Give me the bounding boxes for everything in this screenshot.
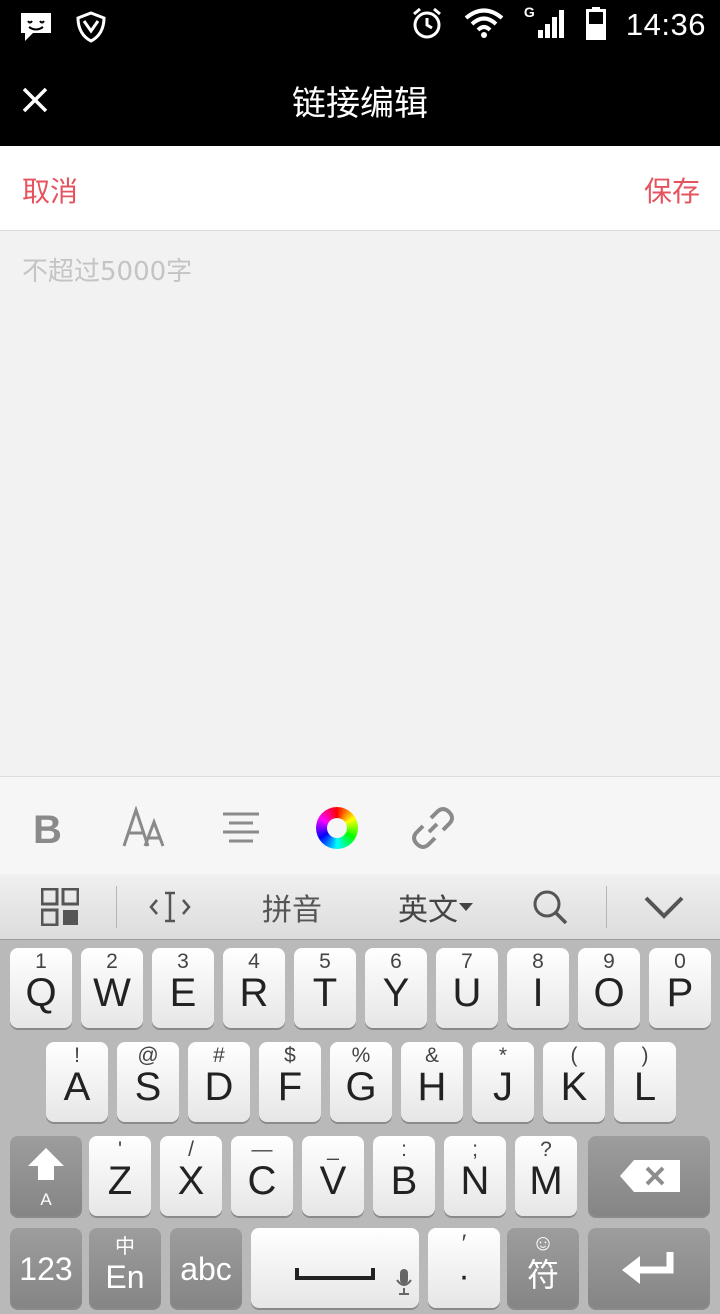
key-o[interactable]: 9O (578, 948, 640, 1028)
key-x[interactable]: / X (160, 1136, 222, 1216)
cancel-button[interactable]: 取消 (22, 170, 78, 210)
key-m[interactable]: ? M (515, 1136, 577, 1216)
punctuation-key[interactable]: ′ · (428, 1228, 500, 1308)
shift-key[interactable]: A (10, 1136, 82, 1216)
align-center-icon[interactable] (214, 801, 268, 855)
bold-icon[interactable]: B (22, 801, 76, 855)
microphone-icon (396, 1269, 412, 1295)
link-icon[interactable] (406, 801, 460, 855)
enter-key[interactable] (588, 1228, 710, 1308)
key-a[interactable]: ! A (46, 1042, 108, 1122)
alarm-icon (410, 6, 444, 44)
symbol-key[interactable]: ☺ 符 (507, 1228, 579, 1308)
message-icon (18, 10, 54, 48)
key-e[interactable]: 3E (152, 948, 214, 1028)
key-v[interactable]: _ V (302, 1136, 364, 1216)
page-title: 链接编辑 (292, 84, 428, 124)
toolbar-divider (116, 886, 117, 928)
shift-sub-label: A (40, 1190, 52, 1209)
battery-icon (585, 6, 606, 44)
key-p[interactable]: 0P (649, 948, 711, 1028)
status-time: 14:36 (625, 7, 706, 42)
key-j[interactable]: * J (472, 1042, 534, 1122)
color-wheel-icon[interactable] (310, 801, 364, 855)
key-q[interactable]: 1Q (10, 948, 72, 1028)
language-dropdown[interactable]: 英文 (384, 874, 488, 940)
font-size-icon[interactable] (118, 801, 172, 855)
space-key[interactable] (251, 1228, 419, 1308)
key-d[interactable]: # D (188, 1042, 250, 1122)
key-l[interactable]: ) L (614, 1042, 676, 1122)
shield-icon (76, 11, 106, 47)
network-type-label: G (523, 4, 535, 20)
key-k[interactable]: (K (543, 1042, 605, 1122)
key-f[interactable]: $ F (259, 1042, 321, 1122)
svg-text:B: B (33, 808, 62, 848)
dropdown-arrow-icon (459, 903, 473, 911)
space-bar-icon (295, 1268, 375, 1280)
key-z[interactable]: ' Z (89, 1136, 151, 1216)
shift-arrow-icon (28, 1148, 64, 1180)
pinyin-mode[interactable]: 拼音 (240, 874, 344, 940)
key-u[interactable]: 7U (436, 948, 498, 1028)
action-bar: 取消 保存 (0, 146, 720, 231)
status-bar: G 14:36 (0, 0, 720, 52)
numeric-key[interactable]: 123 (10, 1228, 82, 1308)
key-i[interactable]: 8I (507, 948, 569, 1028)
backspace-icon (620, 1160, 680, 1192)
link-editor-input[interactable]: 不超过5000字 (0, 231, 720, 776)
keyboard-toolbar: 拼音 英文 (0, 874, 720, 940)
abc-key[interactable]: abc (170, 1228, 242, 1308)
signal-icon: G (523, 4, 566, 44)
soft-keyboard: 拼音 英文 1Q 2W 3E 4R 5T 6Y 7U 8I 9O 0P ! A … (0, 874, 720, 1314)
key-b[interactable]: :B (373, 1136, 435, 1216)
language-label: 英文 (398, 893, 458, 928)
save-button[interactable]: 保存 (644, 170, 700, 210)
key-y[interactable]: 6Y (365, 948, 427, 1028)
key-t[interactable]: 5T (294, 948, 356, 1028)
cursor-icon[interactable] (140, 874, 200, 940)
enter-icon (622, 1252, 674, 1284)
chevron-down-icon[interactable] (632, 874, 696, 940)
key-w[interactable]: 2W (81, 948, 143, 1028)
key-r[interactable]: 4R (223, 948, 285, 1028)
wifi-icon (464, 7, 504, 43)
key-c[interactable]: — C (231, 1136, 293, 1216)
grid-icon[interactable] (30, 874, 90, 940)
key-g[interactable]: % G (330, 1042, 392, 1122)
format-toolbar: B (0, 776, 720, 874)
key-s[interactable]: @ S (117, 1042, 179, 1122)
toolbar-divider (606, 886, 607, 928)
key-n[interactable]: ; N (444, 1136, 506, 1216)
backspace-key[interactable] (588, 1136, 710, 1216)
language-switch-key[interactable]: 中 En (89, 1228, 161, 1308)
search-icon[interactable] (520, 874, 580, 940)
key-h[interactable]: & H (401, 1042, 463, 1122)
editor-placeholder: 不超过5000字 (22, 257, 193, 287)
title-bar: 链接编辑 (0, 52, 720, 146)
